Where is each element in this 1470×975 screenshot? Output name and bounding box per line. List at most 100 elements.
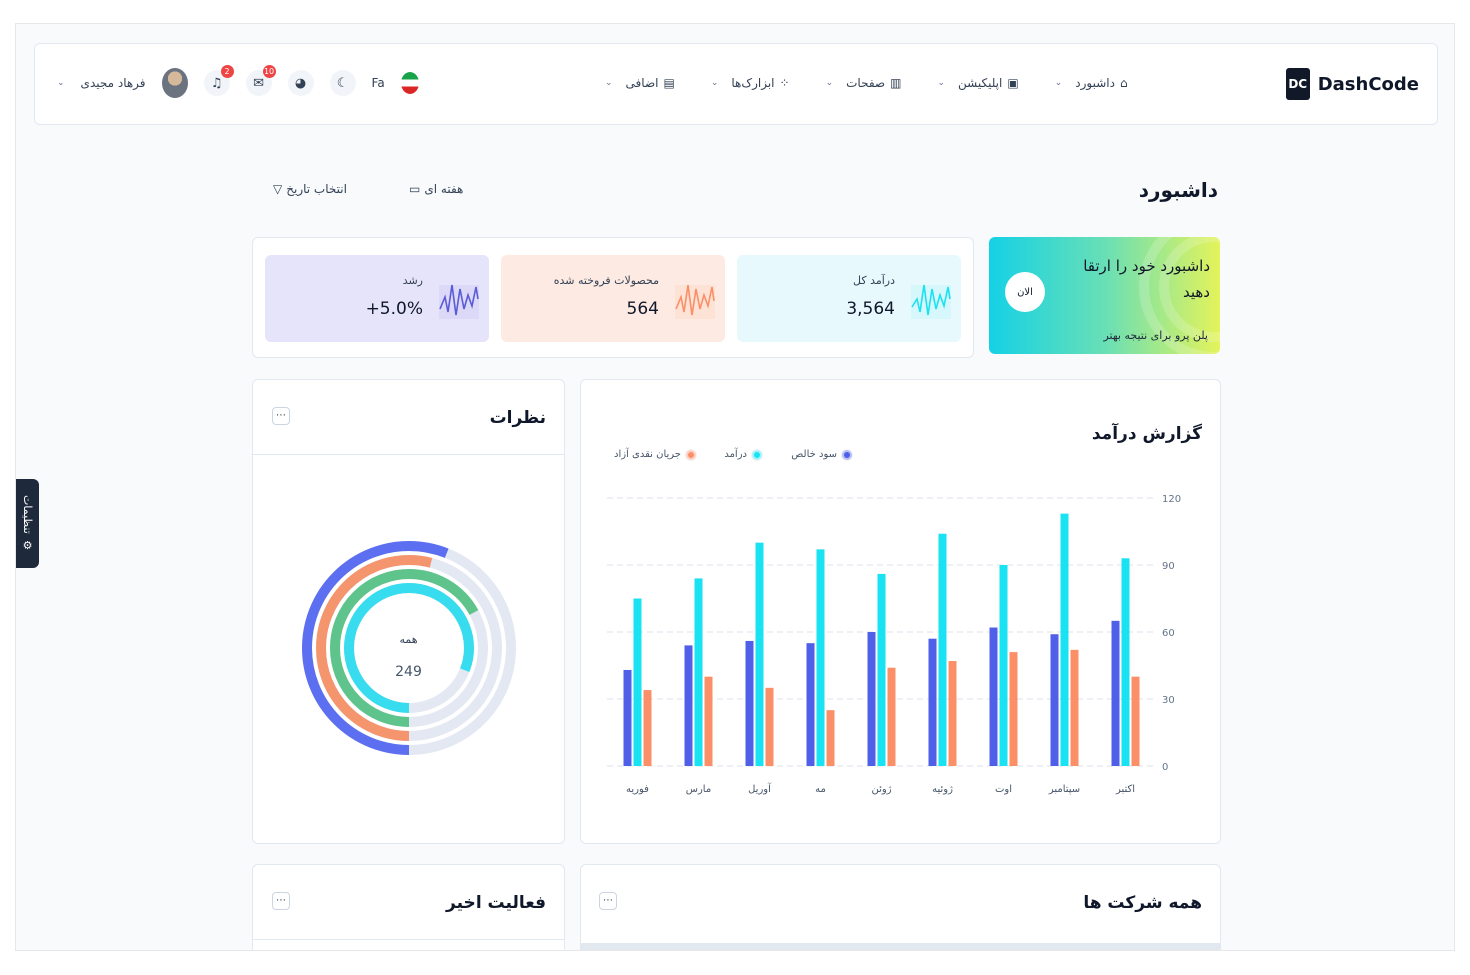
x-tick-label: اکتبر — [1115, 784, 1135, 795]
theme-palette-button[interactable]: ◕ — [287, 70, 314, 96]
y-tick-label: 30 — [1162, 695, 1175, 706]
menu-item-apps[interactable]: ▣ اپلیکیشن ⌄ — [937, 76, 1018, 90]
x-tick-label: مارس — [686, 784, 711, 795]
menu-item-label: صفحات — [846, 76, 886, 90]
menu-item-label: اضافی — [625, 76, 659, 90]
messages-button[interactable]: ✉ 10 — [245, 65, 276, 96]
funnel-icon: ▽ — [273, 182, 283, 196]
bar-1[interactable] — [1121, 558, 1130, 766]
chevron-down-icon: ⌄ — [1054, 78, 1063, 88]
x-tick-label: اوت — [995, 784, 1012, 795]
y-tick-label: 90 — [1162, 561, 1175, 572]
bar-1[interactable] — [816, 549, 825, 766]
logo-mark: DC — [1285, 68, 1310, 100]
bell-icon: ♫ — [210, 75, 223, 91]
bar-1[interactable] — [938, 533, 947, 766]
bar-1[interactable] — [1060, 513, 1069, 766]
home-icon: ⌂ — [1119, 76, 1128, 90]
bar-1[interactable] — [755, 542, 764, 766]
radial-center-value: 249 — [395, 664, 422, 680]
week-filter[interactable]: ▭ هفته ای — [409, 182, 463, 196]
bar-2[interactable] — [1070, 649, 1079, 766]
notifications-button[interactable]: ♫ 2 — [203, 65, 234, 96]
bar-1[interactable] — [877, 573, 886, 766]
menu-item-extra[interactable]: ▤ اضافی ⌄ — [605, 76, 675, 90]
palette-icon: ◕ — [294, 75, 307, 91]
chip-icon: ▣ — [1007, 76, 1019, 90]
columns-icon: ▥ — [890, 76, 902, 90]
upgrade-now-button[interactable]: الان — [1005, 272, 1045, 312]
menu-item-label: داشبورد — [1075, 76, 1115, 90]
menu-item-dashboard[interactable]: ⌂ داشبورد ⌄ — [1055, 76, 1128, 90]
stats-card: درآمد کل 3,564 محصولات فروخته شده 564 رش… — [252, 237, 974, 358]
reviews-card: نظرات ⋯ همه 249 — [252, 379, 565, 844]
settings-tab[interactable]: تنظیمات ⚙ — [16, 479, 39, 568]
bar-0[interactable] — [684, 645, 693, 766]
menu-item-label: ابزارک‌ها — [731, 76, 775, 90]
language-label[interactable]: Fa — [372, 76, 385, 90]
chevron-down-icon: ⌄ — [825, 78, 834, 88]
main-menu: ⌂ داشبورد ⌄ ▣ اپلیکیشن ⌄ ▥ صفحات ⌄ ⁘ ابز… — [605, 76, 1128, 90]
chevron-down-icon[interactable]: ⌄ — [57, 78, 65, 88]
bar-1[interactable] — [694, 578, 703, 766]
stat-value: 564 — [626, 299, 659, 319]
radial-center-label: همه — [399, 633, 418, 646]
promo-subtitle: پلن پرو برای نتیجه بهتر — [1103, 329, 1208, 342]
brand-name: DashCode — [1317, 73, 1419, 95]
bar-2[interactable] — [704, 676, 713, 766]
date-filter[interactable]: ▽ انتخاب تاریخ — [273, 182, 347, 196]
upgrade-promo-card: داشبورد خود را ارتقا دهید پلن پرو برای ن… — [989, 237, 1220, 354]
promo-title: داشبورد خود را ارتقا دهید — [1083, 257, 1210, 301]
stat-growth: رشد +5.0% — [265, 255, 489, 342]
reviews-radial-chart — [302, 541, 516, 755]
bar-0[interactable] — [928, 638, 937, 766]
table-header — [581, 943, 1220, 950]
x-tick-label: مه — [815, 784, 826, 795]
dark-mode-button[interactable]: ☾ — [329, 70, 356, 96]
y-tick-label: 60 — [1162, 628, 1175, 639]
bar-0[interactable] — [745, 640, 754, 766]
user-name[interactable]: فرهاد مجیدی — [81, 76, 146, 90]
bar-0[interactable] — [867, 632, 876, 766]
gear-icon: ⚙ — [21, 539, 34, 553]
revenue-report-card: گزارش درآمد سود خالص درآمد جریان نقدی آز… — [580, 379, 1221, 844]
moon-icon: ☾ — [336, 75, 349, 91]
widgets-icon: ⁘ — [779, 76, 790, 90]
chevron-down-icon: ⌄ — [605, 78, 613, 88]
recent-activity-title: فعالیت اخیر — [446, 893, 546, 913]
y-tick-label: 0 — [1162, 762, 1168, 773]
avatar[interactable] — [161, 68, 188, 98]
top-header: DC DashCode ⌂ داشبورد ⌄ ▣ اپلیکیشن ⌄ ▥ ص… — [34, 43, 1438, 125]
x-tick-label: سپتامبر — [1048, 784, 1080, 795]
bar-2[interactable] — [826, 710, 835, 766]
bar-0[interactable] — [989, 627, 998, 766]
bar-2[interactable] — [1009, 652, 1018, 766]
sparkline-icon — [675, 284, 715, 319]
more-options-button[interactable]: ⋯ — [599, 892, 617, 910]
x-tick-label: فوریه — [626, 784, 649, 795]
bar-2[interactable] — [765, 687, 774, 766]
stat-label: رشد — [402, 274, 423, 287]
more-options-button[interactable]: ⋯ — [272, 892, 290, 910]
all-companies-title: همه شرکت ها — [1083, 893, 1202, 913]
all-companies-card: همه شرکت ها ⋯ — [580, 864, 1221, 950]
bar-2[interactable] — [1131, 676, 1140, 766]
bar-0[interactable] — [623, 669, 632, 766]
menu-item-widgets[interactable]: ⁘ ابزارک‌ها ⌄ — [711, 76, 790, 90]
bar-1[interactable] — [633, 598, 642, 767]
bar-2[interactable] — [948, 661, 957, 766]
bar-0[interactable] — [1111, 620, 1120, 766]
menu-item-pages[interactable]: ▥ صفحات ⌄ — [826, 76, 902, 90]
bar-1[interactable] — [999, 565, 1008, 766]
layout-icon: ▤ — [663, 76, 675, 90]
messages-badge: 10 — [262, 65, 276, 78]
bar-0[interactable] — [806, 643, 815, 766]
week-filter-label: هفته ای — [424, 182, 464, 196]
divider — [253, 939, 564, 940]
iran-flag-icon[interactable] — [400, 72, 419, 94]
bar-2[interactable] — [887, 667, 896, 766]
bar-0[interactable] — [1050, 634, 1059, 766]
bar-2[interactable] — [643, 690, 652, 766]
x-tick-label: ژوئیه — [932, 784, 953, 795]
brand-logo[interactable]: DC DashCode — [1285, 68, 1419, 100]
